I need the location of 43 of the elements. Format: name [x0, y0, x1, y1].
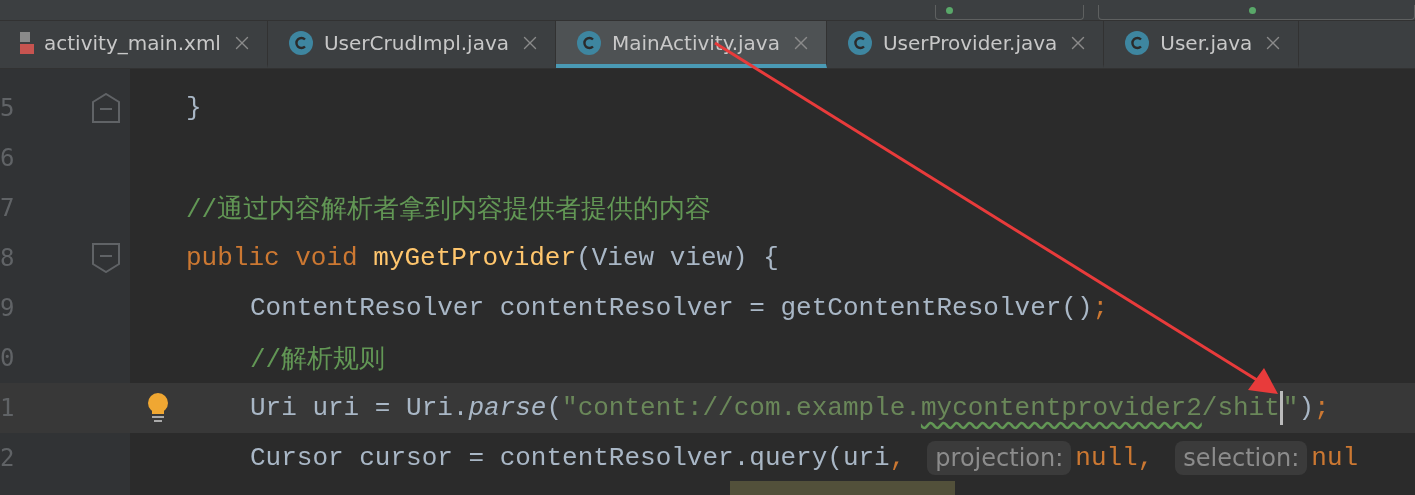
tab-label: UserCrudImpl.java: [323, 30, 509, 55]
tab-label: UserProvider.java: [882, 30, 1058, 55]
code-token: nul: [1311, 443, 1359, 473]
code-token: myGetProvider: [373, 243, 577, 273]
status-dot-icon: [1248, 7, 1256, 14]
layout-file-icon: [20, 29, 34, 56]
code-token: "content://com.example.: [562, 393, 921, 423]
fold-marker-icon[interactable]: [92, 93, 120, 123]
lightbulb-icon[interactable]: [147, 393, 169, 423]
class-icon: [846, 29, 873, 56]
code-token: ": [1282, 393, 1299, 423]
tab-label: activity_main.xml: [44, 30, 221, 55]
code-token: mycontentprovider2: [920, 393, 1202, 423]
tab-label: MainActivity.java: [612, 30, 780, 55]
code-token: Uri uri = Uri.: [250, 393, 469, 423]
code-token: ): [1298, 393, 1314, 423]
code-token: parse: [468, 393, 547, 423]
code-token: public void: [186, 243, 359, 273]
class-icon: [576, 29, 602, 56]
code-token: /shit: [1201, 393, 1280, 423]
code-token: (: [546, 393, 563, 423]
class-icon: [287, 29, 314, 56]
code-token: ,: [1137, 443, 1154, 473]
code-token: ContentResolver contentResolver = getContentResolver(): [250, 293, 1093, 323]
text-caret: [1279, 391, 1283, 425]
tab-label: User.java: [1160, 30, 1253, 55]
code-token: }: [186, 93, 202, 123]
code-token: (View view) {: [576, 243, 779, 273]
device-selector[interactable]: [1097, 5, 1415, 20]
code-token: ;: [1092, 293, 1109, 323]
parameter-hint: projection:: [927, 441, 1072, 475]
code-comment: //通过内容解析者拿到内容提供者提供的内容: [186, 193, 712, 226]
status-dot-icon: [946, 7, 953, 14]
run-config-selector[interactable]: [935, 5, 1084, 20]
code-token: ,: [889, 443, 906, 473]
editor-tab[interactable]: MainActivity.java: [556, 21, 827, 68]
code-comment: //解析规则: [250, 343, 386, 376]
class-icon: [1124, 29, 1151, 56]
code-token: Cursor cursor = contentResolver.query(uri: [250, 443, 890, 473]
code-token: null: [1075, 443, 1138, 473]
parameter-hint: selection:: [1175, 441, 1308, 475]
fold-marker-icon[interactable]: [92, 243, 120, 273]
code-token: ;: [1314, 393, 1330, 423]
